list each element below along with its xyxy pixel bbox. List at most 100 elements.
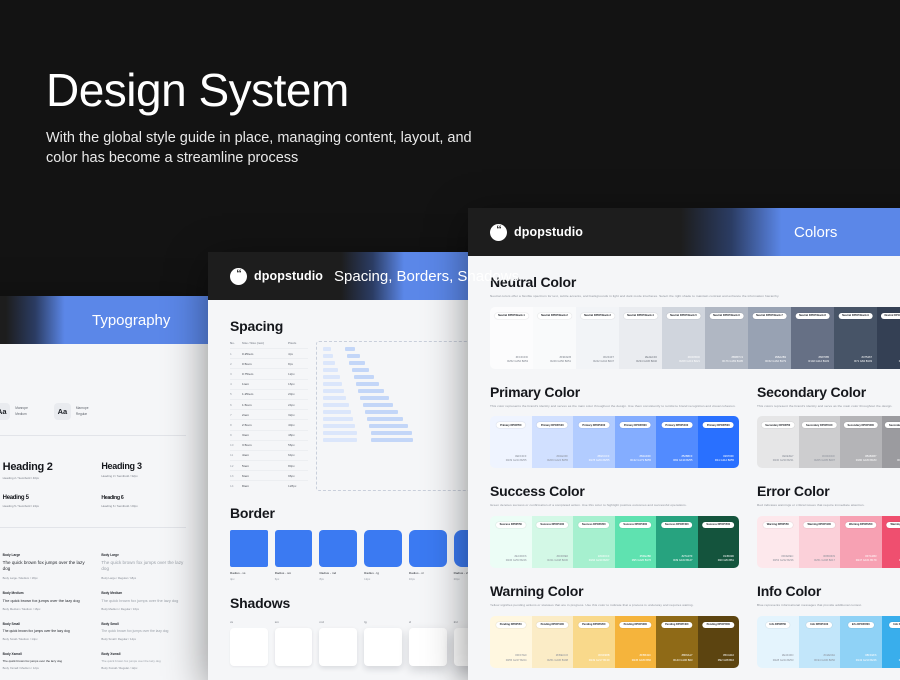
shadow-label: lg	[364, 620, 402, 624]
spacing-bar	[323, 424, 355, 428]
shadow-tile[interactable]: xl	[409, 620, 447, 666]
color-swatch[interactable]: Success DPOP/50#ECFDF6R236 G253 B246	[490, 516, 532, 568]
spacing-px: 48px	[288, 433, 308, 437]
swatch-tag: Warning DPOP/300	[887, 522, 900, 528]
color-swatch[interactable]: Neutral DPOP/black-10#344054R52 G64 B84	[877, 307, 900, 369]
color-swatch[interactable]: Neutral DPOP/black-9#475467R71 G84 B103	[834, 307, 877, 369]
color-swatch[interactable]: Secondary DPOP/300#9B9B9FR155 G155 B159	[882, 416, 900, 468]
color-ramp: Neutral DPOP/black-1#FCFCFDR252 G252 B25…	[490, 307, 900, 369]
border-value: 4px	[230, 577, 268, 581]
color-swatch[interactable]: Success DPOP/100#D3F8E6R211 G248 B230	[532, 516, 574, 568]
swatch-tag: Success DPOP/50	[496, 522, 526, 528]
swatch-value: #CDCDCFR205 G205 B207	[814, 455, 835, 463]
color-swatch[interactable]: Primary DPOP/50#EFF4FFR239 G244 B255	[490, 416, 532, 468]
color-swatch[interactable]: Secondary DPOP/50#E6E6E7R230 G230 B231	[757, 416, 799, 468]
color-swatch[interactable]: Neutral DPOP/black-8#667085R102 G112 B13…	[791, 307, 834, 369]
section-desc: Neutral colors offer a flexible spectrum…	[490, 294, 900, 299]
color-swatch[interactable]: Warning DPOP/50#FDE8ECR253 G232 B236	[757, 516, 799, 568]
color-swatch[interactable]: Neutral DPOP/black-1#FCFCFDR252 G252 B25…	[490, 307, 533, 369]
border-tile[interactable]: Radius - md8px	[319, 530, 357, 581]
body-label: Body Medium	[101, 591, 186, 595]
shadow-tile[interactable]: md	[319, 620, 357, 666]
color-swatch[interactable]: Neutral DPOP/black-3#F2F4F7R242 G244 B24…	[576, 307, 619, 369]
color-grid: Primary Color This color represents the …	[490, 384, 900, 680]
spacing-bar	[323, 382, 342, 386]
color-swatch[interactable]: Warning DPOP/200#F7A1B3R247 G161 B179	[840, 516, 882, 568]
color-swatch[interactable]: Neutral DPOP/black-7#98A2B3R152 G162 B17…	[748, 307, 791, 369]
color-swatch[interactable]: Success DPOP/500#14543DR20 G84 B61	[698, 516, 740, 568]
hero: Design System With the global style guid…	[46, 66, 516, 168]
shadow-tile[interactable]: lg	[364, 620, 402, 666]
color-swatch[interactable]: Pending DPOP/50#FFF7E0R255 G247 B224	[490, 616, 532, 668]
spacing-row: 72rem32px	[230, 409, 308, 419]
heading-item: Heading 5Heading 5 / Semibold / 24px	[3, 495, 88, 511]
swatch-tag: Primary DPOP/500	[703, 422, 734, 428]
border-tile[interactable]: Radius - lg12px	[364, 530, 402, 581]
color-swatch[interactable]: Info DPOP/100#C2E6FAR194 G230 B250	[799, 616, 841, 668]
color-swatch[interactable]: Neutral DPOP/black-4#EAECF0R234 G236 B24…	[619, 307, 662, 369]
heading-caption: Heading 5 / Semibold / 24px	[3, 504, 88, 508]
swatch-value: #F2F4F7R242 G244 B247	[593, 356, 614, 364]
swatch-tag: Info DPOP/300	[889, 622, 900, 628]
color-swatch[interactable]: Secondary DPOP/200#B4B4B7R180 G180 B183	[840, 416, 882, 468]
color-swatch[interactable]: Pending DPOP/300#F5B43CR245 G180 B60	[615, 616, 657, 668]
color-swatch[interactable]: Primary DPOP/400#528BFFR82 G139 B255	[656, 416, 698, 468]
color-ramp: Info DPOP/50#E4F4FDR228 G244 B253Info DP…	[757, 616, 900, 668]
swatch-tag: Secondary DPOP/300	[885, 422, 900, 428]
color-swatch[interactable]: Primary DPOP/500#2970FFR41 G112 B255	[698, 416, 740, 468]
color-swatch[interactable]: Info DPOP/200#8FD2F6R143 G210 B246	[840, 616, 882, 668]
color-swatch[interactable]: Success DPOP/200#A6F0CFR166 G240 B207	[573, 516, 615, 568]
heading-sample: Heading 3	[101, 461, 186, 471]
spacing-row: 82.5rem40px	[230, 419, 308, 429]
color-swatch[interactable]: Pending DPOP/200#F9D98BR249 G217 B139	[573, 616, 615, 668]
aa-glyph: Aa	[54, 403, 71, 420]
color-swatch[interactable]: Pending DPOP/500#5C4410R92 G68 B16	[698, 616, 740, 668]
color-swatch[interactable]: Warning DPOP/300#EF4F6FR239 G79 B111	[882, 516, 900, 568]
font-block: Manrope Download Font: Link AaManropeSem…	[0, 362, 186, 420]
color-swatch[interactable]: Primary DPOP/200#B2CCFFR178 G204 B255	[573, 416, 615, 468]
border-label: Radius - md	[319, 571, 357, 575]
color-swatch[interactable]: Neutral DPOP/black-5#D0D5DDR208 G213 B22…	[662, 307, 705, 369]
spacing-px: 80px	[288, 464, 308, 468]
swatch-value: #8F6A17R143 G106 B23	[673, 654, 692, 662]
color-swatch[interactable]: Pending DPOP/100#FBECC6R251 G236 B198	[532, 616, 574, 668]
spacing-bar	[347, 354, 360, 358]
panel-typography[interactable]: “ dpopstudio Typography Manrope Download…	[0, 296, 208, 680]
border-tile[interactable]: Radius - xs4px	[230, 530, 268, 581]
color-swatch[interactable]: Pending DPOP/400#8F6A17R143 G106 B23	[656, 616, 698, 668]
color-swatch[interactable]: Secondary DPOP/100#CDCDCFR205 G205 B207	[799, 416, 841, 468]
color-swatch[interactable]: Neutral DPOP/black-6#B0B7C3R176 G183 B19…	[705, 307, 748, 369]
spacing-name: 1.5rem	[242, 403, 288, 407]
swatch-tag: Warning DPOP/200	[845, 522, 876, 528]
shadow-tile[interactable]: xs	[230, 620, 268, 666]
border-tile[interactable]: Radius - sm6px	[275, 530, 313, 581]
color-swatch[interactable]: Primary DPOP/100#D1E0FFR209 G224 B255	[532, 416, 574, 468]
swatch-tag: Neutral DPOP/black-2	[537, 313, 572, 319]
swatch-value: #D0D5DDR208 G213 B221	[679, 356, 700, 364]
color-swatch[interactable]: Success DPOP/400#27A37FR39 G163 B127	[656, 516, 698, 568]
secondary-color-section: Secondary Color This colors represent th…	[757, 384, 900, 469]
color-swatch[interactable]: Info DPOP/300#39AEECR57 G174 B236	[882, 616, 900, 668]
body-label: Body Xsmall	[101, 652, 186, 656]
color-swatch[interactable]: Warning DPOP/100#FBD0D9R251 G208 B217	[799, 516, 841, 568]
swatch-tag: Success DPOP/100	[536, 522, 568, 528]
border-tile[interactable]: Radius - xl16px	[409, 530, 447, 581]
border-swatch	[319, 530, 357, 568]
shadow-swatch	[364, 628, 402, 666]
font-download[interactable]: Download Font: Link	[0, 383, 186, 387]
color-swatch[interactable]: Info DPOP/50#E4F4FDR228 G244 B253	[757, 616, 799, 668]
color-swatch[interactable]: Neutral DPOP/black-2#F9FAFBR249 G250 B25…	[533, 307, 576, 369]
color-swatch[interactable]: Success DPOP/300#5FE2B0R95 G226 B176	[615, 516, 657, 568]
spacing-bar	[349, 361, 364, 365]
swatch-value: #E6E6E7R230 G230 B231	[773, 455, 794, 463]
color-swatch[interactable]: Primary DPOP/300#84ADFFR132 G173 B255	[615, 416, 657, 468]
body-text: The quick brown fox jumps over the lazy …	[101, 598, 186, 604]
body-label: Body Small	[3, 622, 88, 626]
panel-colors[interactable]: “ dpopstudio Colors Neutral Color Neutra…	[468, 208, 900, 680]
divider	[0, 527, 186, 528]
shadow-tile[interactable]: sm	[275, 620, 313, 666]
swatch-tag: Pending DPOP/500	[703, 622, 734, 628]
swatch-tag: Neutral DPOP/black-7	[752, 313, 787, 319]
page-subtitle: With the global style guide in place, ma…	[46, 128, 476, 168]
section-desc: Green denotes success or confirmation of…	[490, 503, 739, 508]
